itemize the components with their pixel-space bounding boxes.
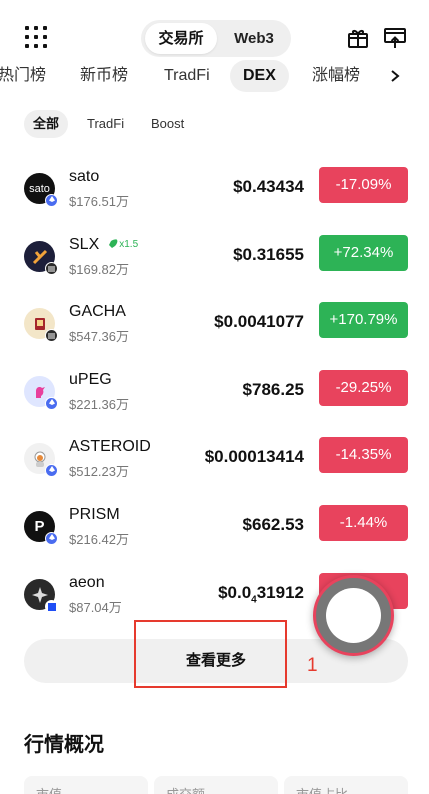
change-badge: -17.09%	[319, 167, 408, 203]
ethereum-icon	[45, 194, 58, 207]
exchange-icon[interactable]	[383, 26, 407, 50]
card-label: 市值占比	[296, 784, 348, 794]
token-avatar	[24, 376, 58, 410]
rocket-icon	[107, 239, 118, 250]
subtab-all[interactable]: 全部	[24, 110, 69, 138]
token-name: ASTEROID	[69, 438, 151, 455]
token-avatar	[24, 579, 58, 613]
token-row[interactable]: P PRISM $216.42万 $662.53 -1.44%	[0, 498, 429, 558]
token-avatar: sato	[24, 173, 58, 207]
subtab-boost[interactable]: Boost	[151, 110, 184, 138]
token-market-cap: $512.23万	[69, 464, 129, 479]
floating-assistant-button[interactable]	[313, 575, 394, 656]
token-name: PRISM	[69, 506, 120, 523]
tab-hot[interactable]: 热门榜	[0, 60, 46, 92]
token-market-cap: $169.82万	[69, 262, 129, 277]
token-price: $786.25	[242, 380, 304, 399]
token-avatar	[24, 241, 58, 275]
tab-gainers[interactable]: 涨幅榜	[312, 60, 360, 92]
change-badge: +170.79%	[319, 302, 408, 338]
chain-icon	[45, 262, 58, 275]
token-avatar: P	[24, 511, 58, 545]
token-name: SLX x1.5	[69, 236, 139, 253]
tab-tradfi[interactable]: TradFi	[164, 60, 210, 92]
exchange-web3-switch: 交易所 Web3	[141, 20, 291, 57]
token-row[interactable]: GACHA $547.36万 $0.0041077 +170.79%	[0, 295, 429, 355]
token-avatar	[24, 308, 58, 342]
floating-button-inner	[326, 588, 381, 643]
token-price: $0.0041077	[214, 312, 304, 331]
card-label: 成交额	[166, 784, 205, 794]
change-badge: -29.25%	[319, 370, 408, 406]
annotation-box	[134, 620, 287, 688]
token-name: sato	[69, 168, 100, 185]
tab-web3[interactable]: Web3	[221, 23, 287, 54]
token-row[interactable]: uPEG $221.36万 $786.25 -29.25%	[0, 363, 429, 423]
base-chain-icon	[45, 600, 58, 613]
gift-icon[interactable]	[346, 26, 370, 50]
token-price: $0.31655	[233, 245, 304, 264]
ethereum-icon	[45, 532, 58, 545]
tab-dex[interactable]: DEX	[230, 60, 289, 92]
ethereum-icon	[45, 397, 58, 410]
token-market-cap: $221.36万	[69, 397, 129, 412]
category-tabs: 热门榜 新币榜 TradFi DEX 涨幅榜	[0, 60, 429, 92]
tab-new[interactable]: 新币榜	[80, 60, 128, 92]
top-bar: 交易所 Web3	[0, 0, 429, 58]
market-card-cap[interactable]: 市值	[24, 776, 148, 794]
market-card-volume[interactable]: 成交额	[154, 776, 278, 794]
sub-tabs: 全部 TradFi Boost	[0, 110, 429, 138]
token-price: $0.0431912	[218, 583, 304, 606]
token-name: GACHA	[69, 303, 126, 320]
subtab-tradfi[interactable]: TradFi	[87, 110, 124, 138]
token-market-cap: $547.36万	[69, 329, 129, 344]
ethereum-icon	[45, 464, 58, 477]
token-market-cap: $87.04万	[69, 600, 122, 615]
card-label: 市值	[36, 784, 62, 794]
token-name: aeon	[69, 574, 105, 591]
token-price: $662.53	[242, 515, 304, 534]
token-avatar	[24, 443, 58, 477]
token-row[interactable]: SLX x1.5 $169.82万 $0.31655 +72.34%	[0, 228, 429, 288]
grid-menu-icon[interactable]	[25, 26, 47, 48]
change-badge: -14.35%	[319, 437, 408, 473]
token-market-cap: $176.51万	[69, 194, 129, 209]
token-row[interactable]: ASTEROID $512.23万 $0.00013414 -14.35%	[0, 430, 429, 490]
change-badge: +72.34%	[319, 235, 408, 271]
token-price: $0.43434	[233, 177, 304, 196]
chain-icon	[45, 329, 58, 342]
token-name: uPEG	[69, 371, 112, 388]
annotation-number: 1	[307, 655, 318, 676]
chevron-right-icon[interactable]	[388, 66, 402, 86]
boost-badge: x1.5	[105, 238, 138, 252]
change-badge: -1.44%	[319, 505, 408, 541]
token-market-cap: $216.42万	[69, 532, 129, 547]
market-overview-title: 行情概况	[24, 734, 104, 756]
market-card-share[interactable]: 市值占比	[284, 776, 408, 794]
tab-exchange[interactable]: 交易所	[145, 23, 217, 54]
token-row[interactable]: sato sato $176.51万 $0.43434 -17.09%	[0, 160, 429, 220]
token-price: $0.00013414	[204, 447, 304, 466]
